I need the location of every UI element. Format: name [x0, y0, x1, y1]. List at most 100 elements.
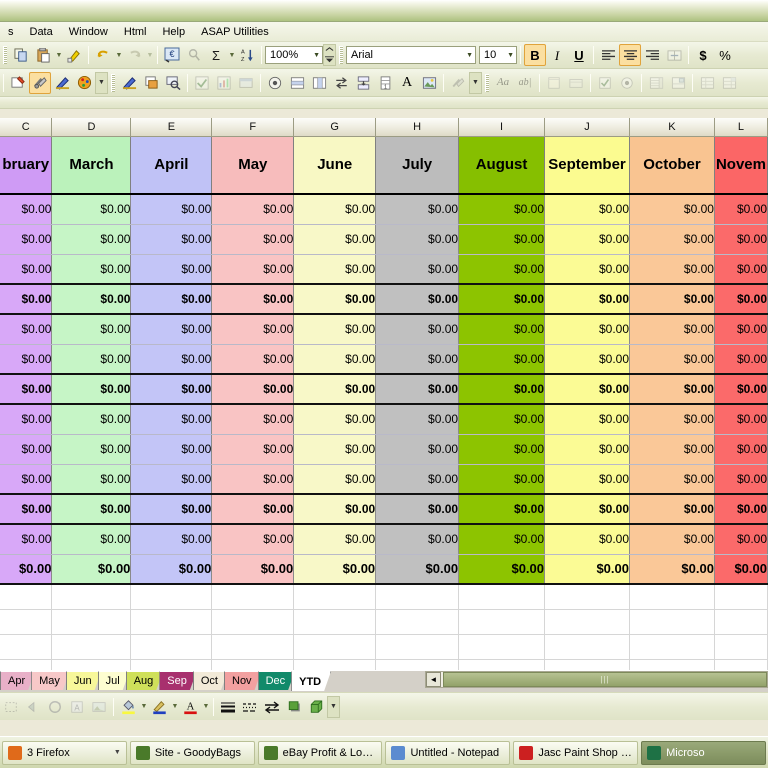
data-cell[interactable]: $0.00: [459, 344, 545, 374]
data-cell[interactable]: $0.00: [294, 254, 376, 284]
data-cell[interactable]: $0.00: [0, 344, 52, 374]
undo-icon[interactable]: [92, 44, 114, 66]
month-header-cell[interactable]: March: [52, 136, 131, 194]
asap-edit-icon[interactable]: [118, 72, 140, 94]
data-cell[interactable]: $0.00: [545, 524, 630, 554]
data-cell[interactable]: $0.00: [212, 194, 294, 224]
data-cell[interactable]: $0.00: [52, 194, 131, 224]
total-cell[interactable]: $0.00: [545, 554, 630, 584]
data-cell[interactable]: $0.00: [545, 254, 630, 284]
total-cell[interactable]: $0.00: [131, 554, 212, 584]
table-row[interactable]: $0.00$0.00$0.00$0.00$0.00$0.00$0.00$0.00…: [0, 254, 768, 284]
data-cell[interactable]: $0.00: [0, 464, 52, 494]
table-row[interactable]: $0.00$0.00$0.00$0.00$0.00$0.00$0.00$0.00…: [0, 554, 768, 584]
asap-pencil-icon[interactable]: [51, 72, 73, 94]
3d-style-icon[interactable]: [305, 696, 327, 718]
total-cell[interactable]: $0.00: [294, 554, 376, 584]
data-cell[interactable]: $0.00: [294, 224, 376, 254]
sheet-tab-nov[interactable]: Nov: [224, 671, 262, 690]
asap-tools-icon[interactable]: [447, 72, 469, 94]
data-cell[interactable]: $0.00: [459, 194, 545, 224]
sheet-tab-sep[interactable]: Sep: [159, 671, 197, 690]
empty-cell[interactable]: [630, 634, 715, 659]
fill-color-icon[interactable]: [117, 696, 139, 718]
empty-cell[interactable]: [376, 609, 459, 634]
table-row[interactable]: $0.00$0.00$0.00$0.00$0.00$0.00$0.00$0.00…: [0, 224, 768, 254]
data-cell[interactable]: $0.00: [459, 464, 545, 494]
subtotal-cell[interactable]: $0.00: [212, 284, 294, 314]
data-cell[interactable]: $0.00: [52, 524, 131, 554]
merge-cells-icon[interactable]: [663, 44, 685, 66]
empty-cell[interactable]: [714, 659, 767, 670]
data-cell[interactable]: $0.00: [294, 404, 376, 434]
data-cell[interactable]: $0.00: [131, 224, 212, 254]
menu-item-help[interactable]: Help: [154, 24, 193, 40]
sheet-tab-jun[interactable]: Jun: [66, 671, 102, 690]
taskbar-item[interactable]: 3 Firefox▼: [2, 741, 127, 765]
empty-cell[interactable]: [212, 609, 294, 634]
asap-compare-icon[interactable]: [330, 72, 352, 94]
spreadsheet-grid[interactable]: CDEFGHIJKLbruaryMarchAprilMayJuneJulyAug…: [0, 118, 768, 670]
taskbar-item[interactable]: Untitled - Notepad: [385, 741, 510, 765]
subtotal-cell[interactable]: $0.00: [545, 494, 630, 524]
redo-dropdown-icon[interactable]: ▼: [145, 44, 154, 66]
table-row[interactable]: $0.00$0.00$0.00$0.00$0.00$0.00$0.00$0.00…: [0, 494, 768, 524]
empty-cell[interactable]: [294, 584, 376, 609]
empty-cell[interactable]: [0, 609, 52, 634]
undo-dropdown-icon[interactable]: ▼: [114, 44, 123, 66]
month-header-cell[interactable]: bruary: [0, 136, 52, 194]
empty-cell[interactable]: [459, 584, 545, 609]
asap-columns-icon[interactable]: [308, 72, 330, 94]
subtotal-cell[interactable]: $0.00: [294, 284, 376, 314]
autosum-icon[interactable]: Σ: [205, 44, 227, 66]
empty-cell[interactable]: [714, 584, 767, 609]
subtotal-cell[interactable]: $0.00: [212, 494, 294, 524]
sheet-tabs[interactable]: AprMayJunJulAugSepOctNovDecYTD: [0, 671, 327, 691]
total-cell[interactable]: $0.00: [212, 554, 294, 584]
align-left-icon[interactable]: [597, 44, 619, 66]
asap-checkbox-icon[interactable]: [594, 72, 616, 94]
data-cell[interactable]: $0.00: [294, 194, 376, 224]
data-cell[interactable]: $0.00: [131, 314, 212, 344]
data-cell[interactable]: $0.00: [294, 314, 376, 344]
shadow-style-icon[interactable]: [283, 696, 305, 718]
subtotal-cell[interactable]: $0.00: [294, 494, 376, 524]
subtotal-cell[interactable]: $0.00: [52, 284, 131, 314]
column-header-C[interactable]: C: [0, 118, 52, 136]
data-cell[interactable]: $0.00: [630, 224, 715, 254]
empty-row[interactable]: [0, 634, 768, 659]
data-cell[interactable]: $0.00: [131, 524, 212, 554]
data-cell[interactable]: $0.00: [212, 314, 294, 344]
data-cell[interactable]: $0.00: [294, 434, 376, 464]
asap-overflow-icon[interactable]: ▼: [469, 72, 482, 94]
empty-cell[interactable]: [0, 634, 52, 659]
underline-button[interactable]: U: [568, 44, 590, 66]
data-cell[interactable]: $0.00: [376, 344, 459, 374]
subtotal-cell[interactable]: $0.00: [52, 374, 131, 404]
column-header-J[interactable]: J: [545, 118, 630, 136]
autosum-dropdown-icon[interactable]: ▼: [227, 44, 236, 66]
empty-cell[interactable]: [376, 634, 459, 659]
empty-cell[interactable]: [294, 609, 376, 634]
empty-cell[interactable]: [294, 659, 376, 670]
chevron-down-icon[interactable]: ▼: [462, 52, 473, 59]
asap-abc-icon[interactable]: ab|: [514, 72, 536, 94]
currency-style-icon[interactable]: $: [692, 44, 714, 66]
data-cell[interactable]: $0.00: [376, 434, 459, 464]
arrow-style-icon[interactable]: [261, 696, 283, 718]
data-cell[interactable]: $0.00: [376, 194, 459, 224]
align-center-icon[interactable]: [619, 44, 641, 66]
drawbar-more-icon[interactable]: ▼: [327, 696, 340, 718]
month-header-cell[interactable]: September: [545, 136, 630, 194]
month-header-cell[interactable]: April: [131, 136, 212, 194]
empty-cell[interactable]: [376, 584, 459, 609]
data-cell[interactable]: $0.00: [630, 194, 715, 224]
data-cell[interactable]: $0.00: [212, 404, 294, 434]
asap-form-icon[interactable]: [667, 72, 689, 94]
month-header-cell[interactable]: June: [294, 136, 376, 194]
column-header-E[interactable]: E: [131, 118, 212, 136]
subtotal-cell[interactable]: $0.00: [459, 494, 545, 524]
data-cell[interactable]: $0.00: [459, 404, 545, 434]
autoshapes-icon[interactable]: [44, 696, 66, 718]
data-cell[interactable]: $0.00: [459, 434, 545, 464]
